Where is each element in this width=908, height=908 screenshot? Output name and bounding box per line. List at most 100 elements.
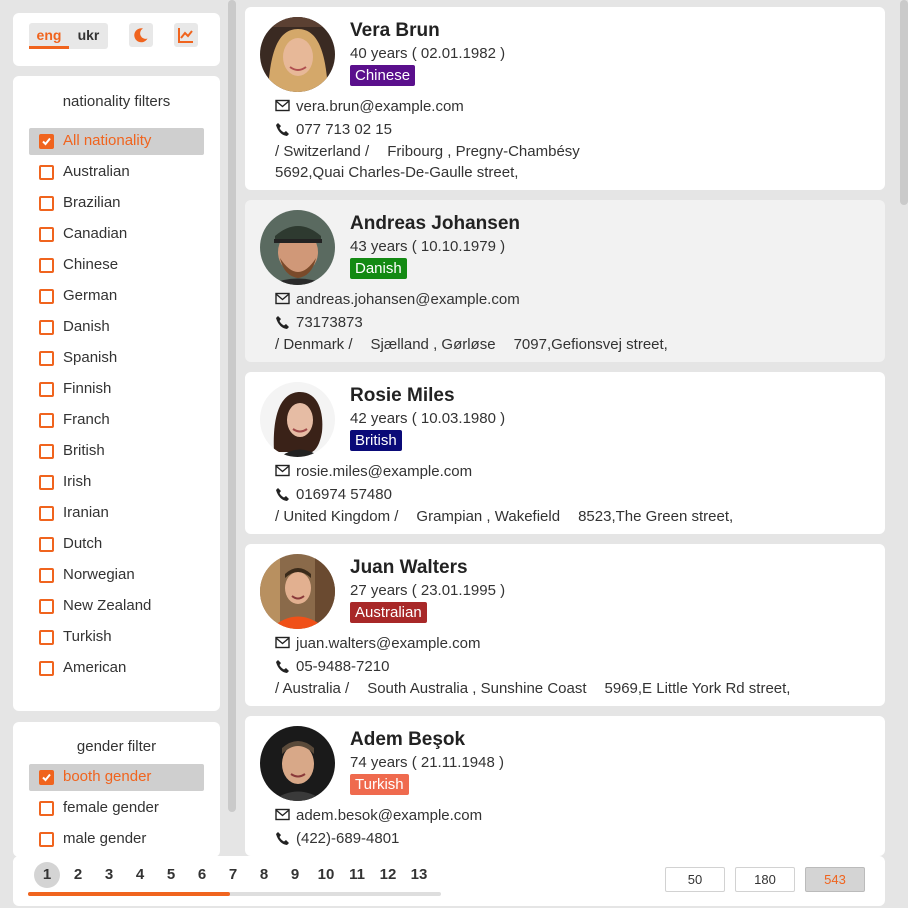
checkbox[interactable]	[39, 227, 54, 242]
checkbox[interactable]	[39, 444, 54, 459]
theme-toggle-button[interactable]	[129, 23, 153, 47]
nationality-filter-finnish[interactable]: Finnish	[29, 376, 204, 403]
user-card-rosie-miles[interactable]: Rosie Miles 42 years ( 10.03.1980 ) Britis…	[245, 372, 885, 534]
user-age: 74 years ( 21.11.1948 )	[350, 754, 504, 771]
envelope-icon	[275, 808, 290, 821]
nationality-filter-dutch[interactable]: Dutch	[29, 531, 204, 558]
checkbox[interactable]	[39, 630, 54, 645]
nationality-badge: Australian	[350, 602, 427, 623]
page-size-543-button[interactable]: 543	[805, 867, 865, 892]
user-card-adem-be-ok[interactable]: Adem Beşok 74 years ( 21.11.1948 ) Turkish…	[245, 716, 885, 856]
checkbox[interactable]	[39, 599, 54, 614]
envelope-icon	[275, 636, 290, 649]
filter-label: Canadian	[63, 225, 128, 242]
checkbox[interactable]	[39, 475, 54, 490]
page-10-button[interactable]: 10	[313, 862, 339, 888]
page-9-button[interactable]: 9	[282, 862, 308, 888]
address-country: / Australia /	[275, 680, 350, 697]
nationality-filter-all-nationality[interactable]: All nationality	[29, 128, 204, 155]
checkbox[interactable]	[39, 661, 54, 676]
address-region: South Australia , Sunshine Coast	[367, 680, 587, 697]
page-12-button[interactable]: 12	[375, 862, 401, 888]
user-phone[interactable]: (422)-689-4801	[296, 830, 399, 847]
user-card-juan-walters[interactable]: Juan Walters 27 years ( 23.01.1995 ) Austr…	[245, 544, 885, 706]
checkbox[interactable]	[39, 770, 54, 785]
page-7-button[interactable]: 7	[220, 862, 246, 888]
checkbox[interactable]	[39, 134, 54, 149]
user-name: Adem Beşok	[350, 729, 466, 750]
nationality-filter-irish[interactable]: Irish	[29, 469, 204, 496]
checkbox[interactable]	[39, 289, 54, 304]
nationality-filter-danish[interactable]: Danish	[29, 314, 204, 341]
nationality-filter-canadian[interactable]: Canadian	[29, 221, 204, 248]
checkbox[interactable]	[39, 537, 54, 552]
page-scroll-track[interactable]	[28, 892, 441, 896]
filter-label: Turkish	[63, 628, 112, 645]
page-13-button[interactable]: 13	[406, 862, 432, 888]
page-size-180-button[interactable]: 180	[735, 867, 795, 892]
envelope-icon	[275, 464, 290, 477]
gender-filter-title: gender filter	[76, 738, 157, 755]
nationality-filter-iranian[interactable]: Iranian	[29, 500, 204, 527]
checkbox[interactable]	[39, 413, 54, 428]
checkmark-icon	[42, 773, 51, 782]
statistics-button[interactable]	[174, 23, 198, 47]
user-phone[interactable]: 05-9488-7210	[296, 658, 389, 675]
user-phone[interactable]: 016974 57480	[296, 486, 392, 503]
filters-scrollbar[interactable]	[228, 0, 236, 812]
page-11-button[interactable]: 11	[344, 862, 370, 888]
page-1-button[interactable]: 1	[34, 862, 60, 888]
nationality-filter-australian[interactable]: Australian	[29, 159, 204, 186]
nationality-filter-chinese[interactable]: Chinese	[29, 252, 204, 279]
filter-label: Spanish	[63, 349, 118, 366]
user-phone[interactable]: 077 713 02 15	[296, 121, 392, 138]
page-2-button[interactable]: 2	[65, 862, 91, 888]
page-5-button[interactable]: 5	[158, 862, 184, 888]
page-scroll-progress	[28, 892, 231, 896]
phone-icon	[276, 660, 289, 673]
user-email[interactable]: adem.besok@example.com	[296, 807, 482, 824]
gender-filter-female-gender[interactable]: female gender	[29, 795, 204, 822]
checkbox[interactable]	[39, 320, 54, 335]
filter-label: Dutch	[63, 535, 103, 552]
checkbox[interactable]	[39, 351, 54, 366]
user-phone[interactable]: 73173873	[296, 314, 363, 331]
user-list-scrollbar[interactable]	[900, 0, 908, 205]
nationality-filter-brazilian[interactable]: Brazilian	[29, 190, 204, 217]
checkbox[interactable]	[39, 258, 54, 273]
page-6-button[interactable]: 6	[189, 862, 215, 888]
lang-eng-button[interactable]: eng	[29, 23, 69, 49]
nationality-filter-german[interactable]: German	[29, 283, 204, 310]
user-email[interactable]: juan.walters@example.com	[296, 635, 480, 652]
nationality-filter-norwegian[interactable]: Norwegian	[29, 562, 204, 589]
page-size-50-button[interactable]: 50	[665, 867, 725, 892]
filter-label: American	[63, 659, 127, 676]
checkbox[interactable]	[39, 382, 54, 397]
nationality-filter-american[interactable]: American	[29, 655, 204, 682]
checkbox[interactable]	[39, 568, 54, 583]
avatar	[260, 210, 335, 285]
checkbox[interactable]	[39, 196, 54, 211]
page-8-button[interactable]: 8	[251, 862, 277, 888]
nationality-filter-british[interactable]: British	[29, 438, 204, 465]
user-card-vera-brun[interactable]: Vera Brun 40 years ( 02.01.1982 ) Chinese v…	[245, 7, 885, 190]
nationality-filter-spanish[interactable]: Spanish	[29, 345, 204, 372]
checkbox[interactable]	[39, 801, 54, 816]
gender-filter-male-gender[interactable]: male gender	[29, 826, 204, 853]
user-name: Vera Brun	[350, 20, 440, 41]
lang-ukr-button[interactable]: ukr	[69, 23, 108, 49]
gender-filter-booth-gender[interactable]: booth gender	[29, 764, 204, 791]
nationality-filter-turkish[interactable]: Turkish	[29, 624, 204, 651]
checkbox[interactable]	[39, 506, 54, 521]
user-card-andreas-johansen[interactable]: Andreas Johansen 43 years ( 10.10.1979 ) D…	[245, 200, 885, 362]
nationality-filter-franch[interactable]: Franch	[29, 407, 204, 434]
user-email[interactable]: andreas.johansen@example.com	[296, 291, 520, 308]
user-email[interactable]: vera.brun@example.com	[296, 98, 464, 115]
user-email[interactable]: rosie.miles@example.com	[296, 463, 472, 480]
page-3-button[interactable]: 3	[96, 862, 122, 888]
checkbox[interactable]	[39, 165, 54, 180]
nationality-filter-new-zealand[interactable]: New Zealand	[29, 593, 204, 620]
avatar	[260, 554, 335, 629]
checkbox[interactable]	[39, 832, 54, 847]
page-4-button[interactable]: 4	[127, 862, 153, 888]
